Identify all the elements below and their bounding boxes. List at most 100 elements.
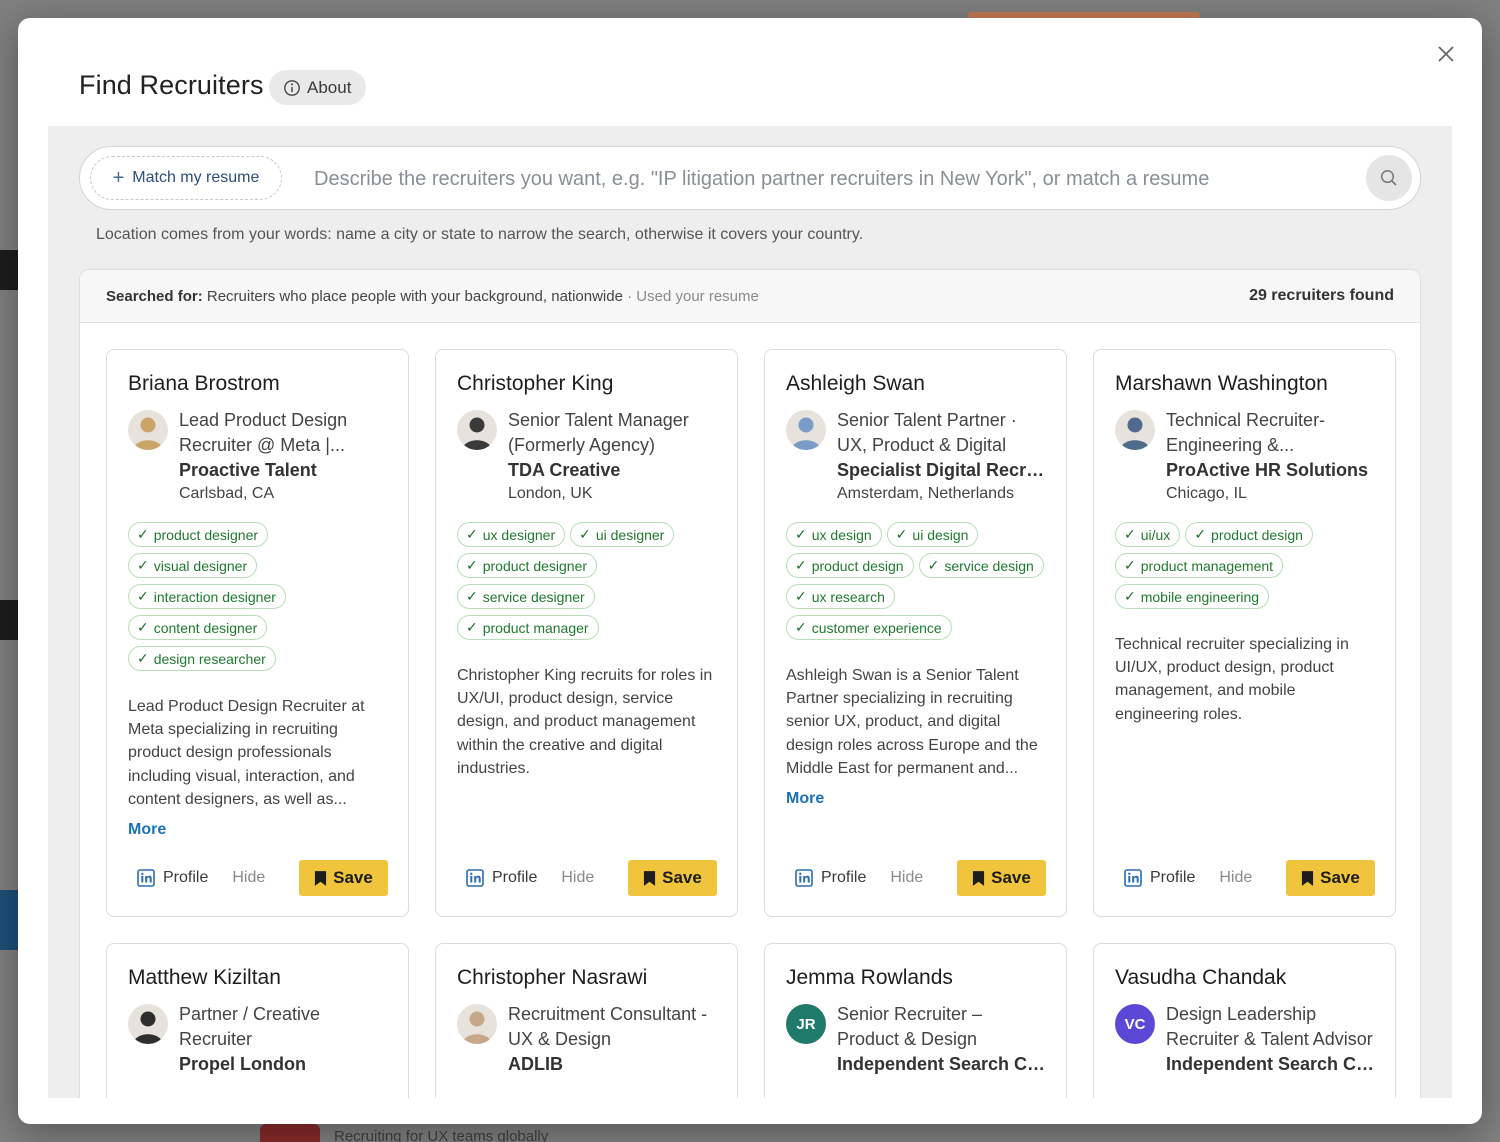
linkedin-profile-button[interactable]: Profile	[1124, 869, 1195, 887]
skill-tag-label: content designer	[153, 619, 258, 636]
searched-for-meta: · Used your resume	[627, 287, 759, 305]
check-icon: ✓	[137, 557, 149, 573]
recruiter-identity: Partner / Creative Recruiter Propel Londo…	[128, 1002, 388, 1077]
linkedin-profile-button[interactable]: Profile	[795, 869, 866, 887]
skill-tag-label: ui design	[912, 526, 969, 543]
recruiter-identity: Technical Recruiter- Engineering &... Pro…	[1115, 408, 1375, 504]
profile-label: Profile	[821, 869, 867, 886]
close-icon	[1438, 46, 1454, 62]
save-button[interactable]: Save	[628, 860, 717, 896]
recruiter-location: Carlsbad, CA	[179, 485, 275, 502]
save-button[interactable]: Save	[957, 860, 1046, 896]
searched-for-label: Searched for:	[106, 287, 203, 305]
hide-button[interactable]: Hide	[1219, 869, 1252, 887]
linkedin-icon	[137, 869, 155, 887]
recruiter-title: Lead Product Design Recruiter @ Meta |..…	[179, 410, 348, 455]
recruiter-info: Senior Talent Partner · UX, Product & Di…	[837, 408, 1046, 504]
skill-tag-label: product designer	[482, 557, 588, 574]
profile-label: Profile	[492, 869, 538, 886]
recruiter-company: Proactive Talent	[179, 460, 317, 480]
bookmark-icon	[315, 870, 327, 886]
linkedin-profile-button[interactable]: Profile	[466, 869, 537, 887]
skill-tag: ✓ mobile engineering	[1115, 584, 1270, 609]
about-button[interactable]: About	[269, 70, 367, 105]
recruiter-title: Partner / Creative Recruiter	[179, 1004, 321, 1049]
skill-tag-label: ux designer	[482, 526, 556, 543]
skill-tag-label: service designer	[482, 588, 585, 605]
avatar	[786, 410, 826, 450]
bookmark-icon	[644, 870, 656, 886]
recruiter-info: Technical Recruiter- Engineering &... Pro…	[1166, 408, 1375, 504]
hide-button[interactable]: Hide	[232, 869, 265, 887]
check-icon: ✓	[137, 650, 149, 666]
search-input[interactable]	[314, 159, 1354, 199]
check-icon: ✓	[466, 557, 478, 573]
skill-tag: ✓ ui design	[886, 522, 979, 547]
linkedin-icon	[1124, 869, 1142, 887]
check-icon: ✓	[466, 588, 478, 604]
recruiter-title: Senior Recruiter – Product & Design	[837, 1004, 983, 1049]
linkedin-profile-button[interactable]: Profile	[137, 869, 208, 887]
recruiter-card: Vasudha Chandak VC Design Leadership Recru…	[1093, 943, 1396, 1098]
skill-tags: ✓ ui/ux ✓ product design ✓ product management…	[1115, 522, 1375, 609]
profile-label: Profile	[1150, 869, 1196, 886]
card-actions: Profile Hide Save	[127, 860, 388, 896]
avatar	[128, 410, 168, 450]
check-icon: ✓	[895, 526, 908, 542]
recruiter-card: Matthew Kiziltan Partner / Creative Recru…	[106, 943, 409, 1098]
recruiter-info: Senior Talent Manager (Formerly Agency) T…	[508, 408, 717, 504]
more-link[interactable]: More	[786, 790, 1046, 808]
skill-tag-label: product design	[1211, 526, 1303, 543]
bookmark-icon	[1302, 870, 1314, 886]
results-count: 29 recruiters found	[1249, 287, 1394, 304]
recruiter-company: Specialist Digital Recrui...	[837, 460, 1046, 480]
skill-tag: ✓ ux designer	[457, 522, 566, 547]
save-button[interactable]: Save	[299, 860, 388, 896]
location-hint: Location comes from your words: name a c…	[96, 226, 864, 243]
recruiter-title: Senior Talent Manager (Formerly Agency)	[508, 410, 689, 455]
check-icon: ✓	[466, 619, 478, 635]
save-label: Save	[1320, 868, 1360, 887]
skill-tag-label: ui designer	[595, 526, 665, 543]
check-icon: ✓	[1124, 557, 1136, 573]
recruiter-location: Amsterdam, Netherlands	[837, 485, 1014, 502]
results-header: Searched for: Recruiters who place peopl…	[80, 270, 1420, 323]
check-icon: ✓	[795, 557, 807, 573]
skill-tag-label: product manager	[482, 619, 589, 636]
save-label: Save	[991, 868, 1031, 887]
backdrop-sidebar-mark	[0, 250, 18, 290]
check-icon: ✓	[795, 588, 807, 604]
searched-for-query: Recruiters who place people with your ba…	[206, 287, 623, 305]
hide-button[interactable]: Hide	[890, 869, 923, 887]
avatar: JR	[786, 1004, 826, 1044]
recruiter-identity: VC Design Leadership Recruiter & Talent A…	[1115, 1002, 1375, 1077]
match-resume-button[interactable]: + Match my resume	[90, 156, 282, 200]
skill-tag: ✓ ux research	[786, 584, 895, 609]
avatar	[1115, 410, 1155, 450]
more-link[interactable]: More	[128, 821, 388, 839]
recruiter-card: Marshawn Washington Technical Recruiter- …	[1093, 349, 1396, 917]
search-button[interactable]	[1366, 155, 1412, 201]
check-icon: ✓	[466, 526, 478, 542]
find-recruiters-modal: Find Recruiters About + Match my resume …	[18, 18, 1482, 1124]
recruiter-company: ProActive HR Solutions	[1166, 460, 1369, 480]
recruiter-company: TDA Creative	[508, 460, 621, 480]
hide-button[interactable]: Hide	[561, 869, 594, 887]
skill-tags: ✓ product designer ✓ visual designer ✓ intera…	[128, 522, 388, 671]
skill-tag-label: design researcher	[153, 650, 266, 667]
recruiter-description: Christopher King recruits for roles in U…	[457, 667, 713, 777]
recruiter-company: Propel London	[179, 1054, 306, 1074]
recruiter-name: Marshawn Washington	[1115, 372, 1328, 395]
skill-tag: ✓ service designer	[457, 584, 595, 609]
skill-tag-label: product design	[811, 557, 904, 574]
recruiter-name: Vasudha Chandak	[1115, 966, 1287, 989]
recruiter-company: Independent Search Co...	[837, 1054, 1046, 1074]
recruiter-description: Technical recruiter specializing in UI/U…	[1115, 636, 1349, 723]
bookmark-icon	[973, 870, 985, 886]
check-icon: ✓	[137, 619, 149, 635]
recruiter-company: Independent Search Co...	[1166, 1054, 1375, 1074]
skill-tag: ✓ interaction designer	[128, 584, 286, 609]
recruiter-description: Ashleigh Swan is a Senior Talent Partner…	[786, 667, 1038, 777]
close-button[interactable]	[1434, 42, 1458, 66]
save-button[interactable]: Save	[1286, 860, 1375, 896]
